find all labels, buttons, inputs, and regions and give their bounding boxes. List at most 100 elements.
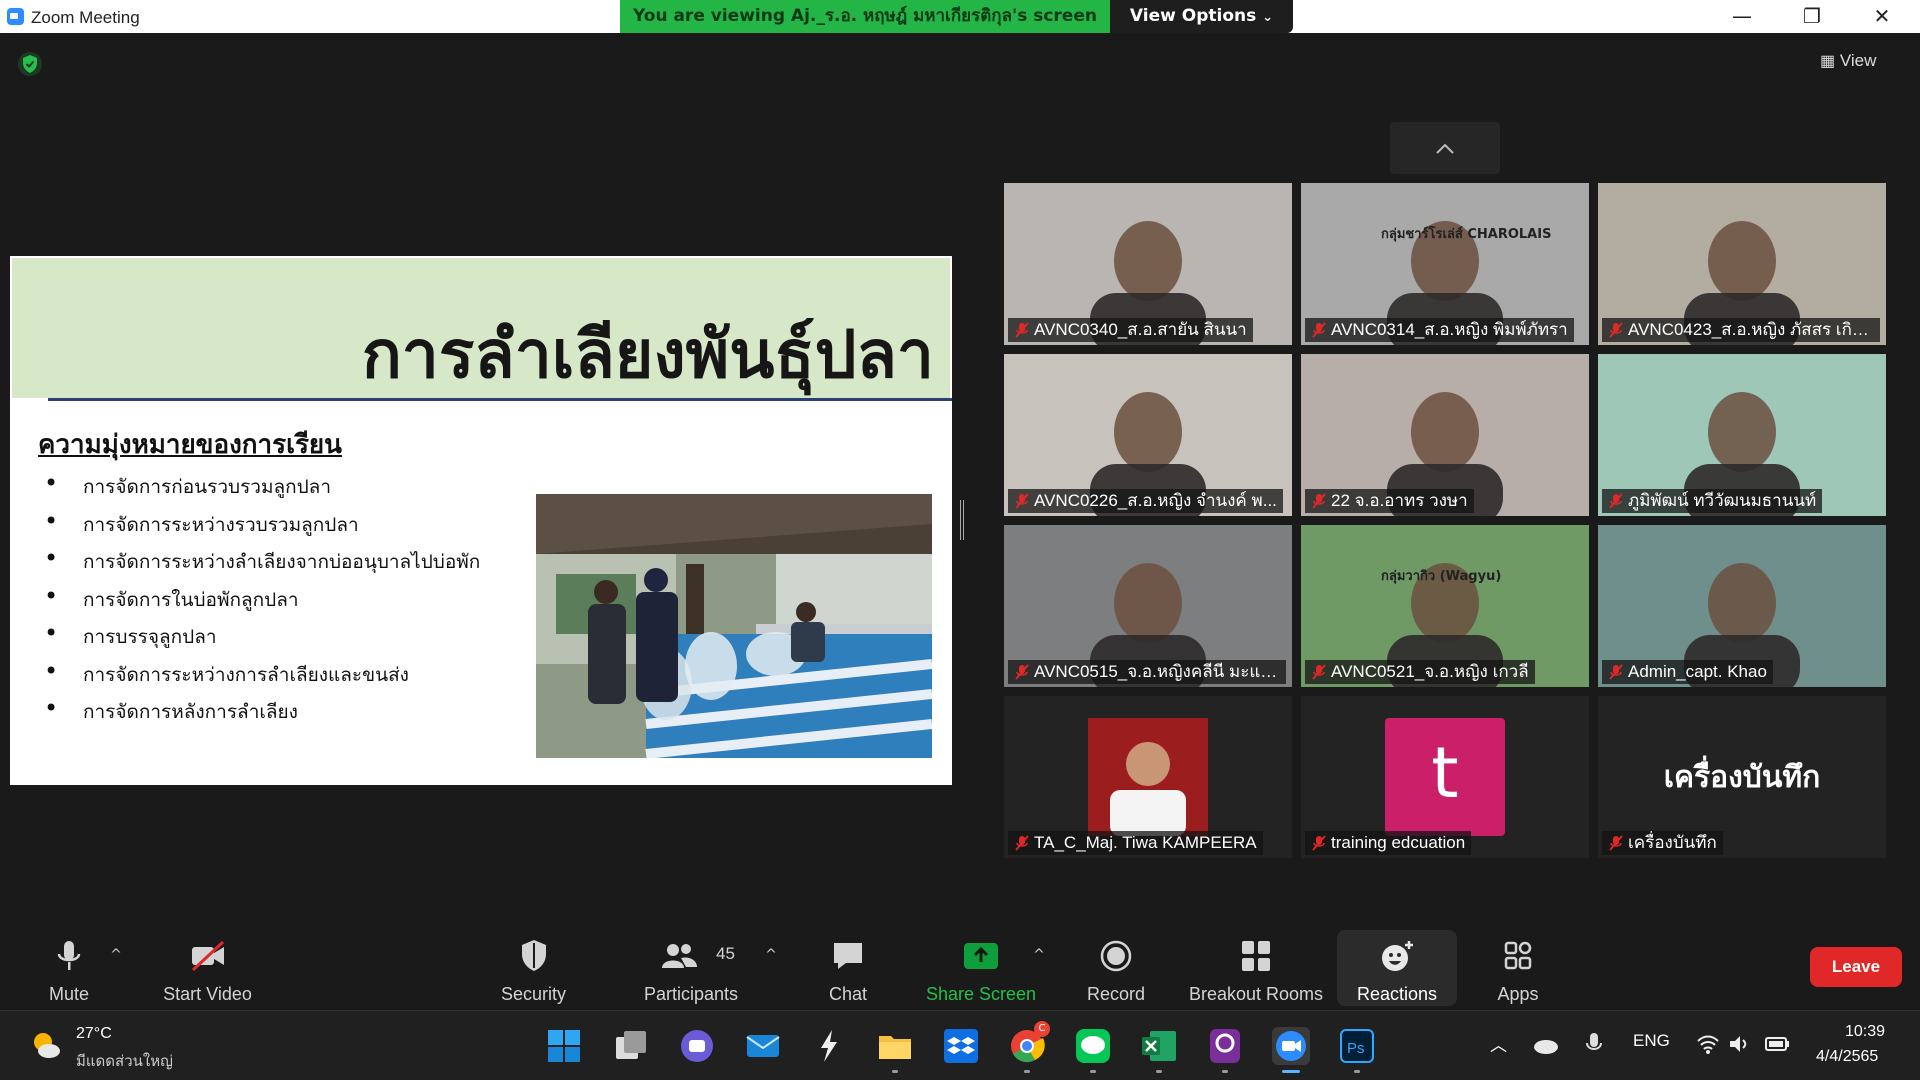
share-screen-button[interactable]: Share Screen	[920, 934, 1042, 1010]
mail-icon[interactable]	[744, 1027, 782, 1065]
chrome-icon[interactable]: C	[1008, 1021, 1050, 1073]
avatar: t	[1385, 718, 1505, 836]
muted-mic-icon	[1312, 493, 1326, 509]
participants-count: 45	[716, 944, 735, 963]
tray-expand-chevron-icon[interactable]: ︿	[1490, 1031, 1507, 1056]
collapse-thumbnails-button[interactable]	[1390, 122, 1500, 174]
participant-tile[interactable]: AVNC0226_ส.อ.หญิง จำนงค์ พ...	[1004, 354, 1292, 516]
minimize-button[interactable]: —	[1712, 0, 1772, 33]
participant-tile[interactable]: 22 จ.อ.อาทร วงษา	[1301, 354, 1589, 516]
audio-options-chevron-icon[interactable]: ^	[107, 946, 125, 964]
view-label: View	[1839, 51, 1877, 70]
slide-header: การลำเลียงพันธุ์ปลา	[12, 258, 950, 398]
excel-icon[interactable]	[1140, 1027, 1178, 1073]
list-item: การจัดการระหว่างลำเลียงจากบ่ออนุบาลไปบ่อ…	[38, 544, 480, 585]
participant-tile[interactable]: Admin_capt. Khao	[1598, 525, 1886, 687]
participant-name: AVNC0226_ส.อ.หญิง จำนงค์ พ...	[1008, 489, 1283, 513]
tray-microphone-icon[interactable]	[1584, 1031, 1604, 1059]
shield-icon	[521, 940, 546, 971]
zoom-window: Zoom Meeting You are viewing Aj._ร.อ. หฤ…	[0, 0, 1920, 1080]
app-lightning-icon[interactable]	[810, 1027, 848, 1065]
line-app-icon[interactable]	[1074, 1027, 1112, 1073]
shared-screen-slide: การลำเลียงพันธุ์ปลา ความมุ่งหมายของการเร…	[10, 256, 952, 785]
participants-label: Participants	[643, 984, 739, 1004]
list-item: การจัดการระหว่างการลำเลียงและขนส่ง	[38, 657, 480, 698]
language-indicator[interactable]: ENG	[1633, 1031, 1670, 1051]
running-indicator	[1354, 1070, 1360, 1073]
zoom-taskbar-icon[interactable]	[1272, 1027, 1310, 1073]
reactions-button[interactable]: Reactions	[1337, 930, 1457, 1006]
chat-button[interactable]: Chat	[816, 934, 880, 1010]
participant-tile[interactable]: AVNC0340_ส.อ.สายัน สินนา	[1004, 183, 1292, 345]
teams-chat-icon[interactable]	[678, 1027, 716, 1065]
slide-title: การลำเลียงพันธุ์ปลา	[361, 315, 934, 393]
leave-button[interactable]: Leave	[1810, 947, 1902, 987]
file-explorer-icon[interactable]	[876, 1027, 914, 1073]
list-item: การจัดการในบ่อพักลูกปลา	[38, 582, 480, 623]
weather-description[interactable]: มีแดดส่วนใหญ่	[76, 1049, 173, 1073]
split-view-handle[interactable]	[960, 500, 964, 540]
mute-label: Mute	[48, 984, 90, 1004]
list-item: การจัดการระหว่างรวบรวมลูกปลา	[38, 507, 480, 548]
volume-icon[interactable]	[1728, 1033, 1752, 1055]
windows-start-icon[interactable]	[545, 1027, 583, 1065]
wifi-icon[interactable]	[1696, 1033, 1720, 1055]
encryption-shield-icon[interactable]	[18, 52, 42, 76]
muted-mic-icon	[1015, 493, 1029, 509]
security-label: Security	[500, 984, 567, 1004]
restore-button[interactable]: ❐	[1782, 0, 1842, 33]
onedrive-cloud-icon[interactable]	[1532, 1035, 1560, 1055]
gallery-view-button[interactable]: ▦ View	[1820, 44, 1910, 78]
participant-tile[interactable]: เครื่องบันทึก เครื่องบันทึก	[1598, 696, 1886, 858]
dropbox-icon[interactable]	[942, 1027, 980, 1065]
photoshop-icon[interactable]: Ps	[1338, 1027, 1376, 1073]
participant-center-label: เครื่องบันทึก	[1663, 760, 1821, 795]
muted-mic-icon	[1015, 835, 1029, 851]
participant-tile[interactable]: ภูมิพัฒน์ ทวีวัฒนมธานนท์	[1598, 354, 1886, 516]
apps-icon	[1504, 941, 1532, 970]
muted-mic-icon	[1609, 664, 1623, 680]
start-video-label: Start Video	[163, 984, 252, 1004]
participant-name: TA_C_Maj. Tiwa KAMPEERA	[1008, 831, 1263, 855]
video-off-icon	[191, 940, 224, 972]
share-screen-icon	[964, 943, 998, 969]
participant-tile[interactable]: TA_C_Maj. Tiwa KAMPEERA	[1004, 696, 1292, 858]
clock-date[interactable]: 4/4/2565	[1816, 1048, 1878, 1066]
start-video-button[interactable]: Start Video	[150, 934, 265, 1010]
chat-bubble-icon	[834, 943, 862, 969]
close-button[interactable]: ✕	[1852, 0, 1912, 33]
running-indicator	[1222, 1070, 1228, 1073]
view-options-button[interactable]: View Options ⌄	[1110, 0, 1293, 33]
participant-name: Admin_capt. Khao	[1602, 660, 1773, 684]
participant-tile[interactable]: กลุ่มชาร์โรเล่ส์ CHAROLAIS AVNC0314_ส.อ.ห…	[1301, 183, 1589, 345]
participant-name: AVNC0314_ส.อ.หญิง พิมพ์ภัทรา	[1305, 318, 1574, 342]
participants-button[interactable]: 45 Participants	[630, 934, 752, 1010]
record-button[interactable]: Record	[1078, 934, 1154, 1010]
weather-temperature[interactable]: 27°C	[76, 1025, 112, 1043]
breakout-rooms-label: Breakout Rooms	[1188, 984, 1324, 1004]
battery-icon[interactable]	[1764, 1033, 1792, 1055]
pdf-app-icon[interactable]	[1206, 1027, 1244, 1073]
slide-bullet-list: การจัดการก่อนรวบรวมลูกปลา การจัดการระหว่…	[38, 469, 480, 735]
clock-time[interactable]: 10:39	[1845, 1023, 1885, 1041]
grid-icon: ▦	[1820, 53, 1836, 70]
apps-button[interactable]: Apps	[1490, 934, 1546, 1010]
participant-tile[interactable]: กลุ่มวากิว (Wagyu) AVNC0521_จ.อ.หญิง เกวล…	[1301, 525, 1589, 687]
security-button[interactable]: Security	[485, 934, 582, 1010]
mute-button[interactable]: Mute	[30, 934, 108, 1010]
participant-tile[interactable]: t training edcuation	[1301, 696, 1589, 858]
participant-name: AVNC0423_ส.อ.หญิง ภัสสร เกิด...	[1602, 318, 1880, 342]
viewing-banner: You are viewing Aj._ร.อ. หฤษฎ์ มหาเกียรต…	[620, 0, 1110, 33]
muted-mic-icon	[1312, 322, 1326, 338]
record-icon	[1100, 940, 1132, 972]
participants-options-chevron-icon[interactable]: ^	[762, 946, 780, 964]
slide-subtitle: ความมุ่งหมายของการเรียน	[38, 430, 342, 460]
share-options-chevron-icon[interactable]: ^	[1030, 946, 1048, 964]
weather-sun-cloud-icon[interactable]	[30, 1029, 62, 1061]
video-overlay-text: กลุ่มวากิว (Wagyu)	[1381, 569, 1502, 584]
breakout-rooms-button[interactable]: Breakout Rooms	[1185, 934, 1327, 1010]
participant-tile[interactable]: AVNC0515_จ.อ.หญิงคลีนี มะแซ...	[1004, 525, 1292, 687]
task-view-icon[interactable]	[612, 1027, 650, 1065]
zoom-app-icon	[7, 8, 24, 25]
participant-tile[interactable]: AVNC0423_ส.อ.หญิง ภัสสร เกิด...	[1598, 183, 1886, 345]
